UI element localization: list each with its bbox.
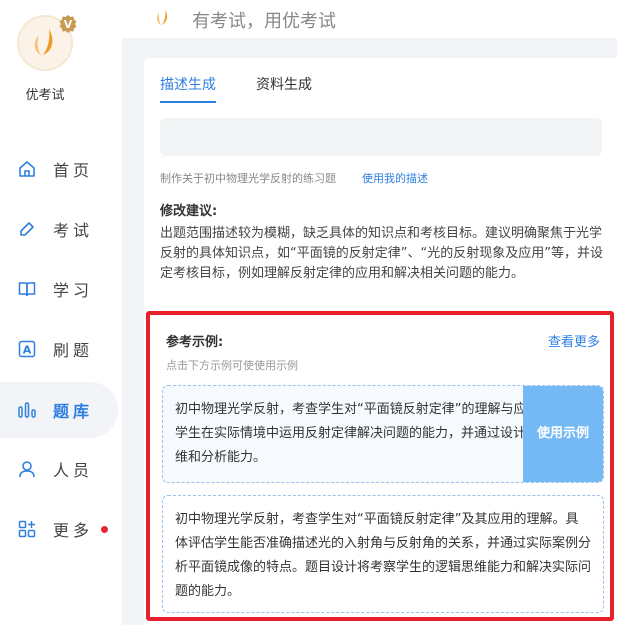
sidebar-item-label: 题库: [53, 402, 94, 421]
active-tab-indicator: [160, 101, 216, 103]
top-header: 有考试，用优考试: [122, 0, 617, 38]
suggestion-title: 修改建议:: [160, 204, 218, 219]
use-example-button[interactable]: 使用示例: [523, 386, 603, 482]
sidebar-item-label: 更多: [53, 521, 94, 540]
notification-dot: [101, 525, 108, 533]
sidebar-item-more[interactable]: 更多: [0, 501, 122, 557]
view-more-link[interactable]: 查看更多: [548, 331, 600, 350]
vip-badge-letter: V: [64, 18, 73, 31]
sidebar-item-label: 刷题: [53, 341, 94, 360]
pencil-icon: [20, 222, 34, 236]
sidebar-item-home[interactable]: 首页: [0, 141, 122, 197]
example-text: 初中物理光学反射，考查学生对“平面镜反射定律”及其应用的理解。具体评估学生能否准…: [175, 512, 592, 599]
person-icon: [19, 461, 35, 478]
svg-text:A: A: [23, 344, 32, 357]
header-logo-icon: [156, 10, 168, 25]
example-card[interactable]: 初中物理光学反射，考查学生对“平面镜反射定律”的理解与应用。评估学生在实际情境中…: [162, 385, 604, 483]
examples-highlight-frame: 参考示例: 查看更多 点击下方示例可使使用示例 初中物理光学反射，考查学生对“平…: [146, 311, 614, 621]
sidebar-item-label: 学习: [53, 281, 94, 300]
book-icon: [18, 282, 36, 297]
sidebar-item-label: 考试: [53, 221, 94, 240]
sidebar-item-learn[interactable]: 学习: [0, 261, 122, 317]
description-input[interactable]: [160, 118, 602, 156]
app-name: 优考试: [25, 88, 65, 103]
tab-material-generate[interactable]: 资料生成: [256, 74, 312, 94]
sidebar-item-people[interactable]: 人员: [0, 441, 122, 497]
sidebar-item-question-bank[interactable]: 题库: [0, 382, 118, 438]
suggestion-body: 出题范围描述较为模糊，缺乏具体的知识点和考核目标。建议明确聚焦于光学反射的具体知…: [160, 226, 603, 281]
app-slogan: 有考试，用优考试: [192, 11, 336, 32]
tab-description-generate[interactable]: 描述生成: [160, 74, 216, 94]
home-icon: [19, 161, 35, 177]
example-card[interactable]: 初中物理光学反射，考查学生对“平面镜反射定律”及其应用的理解。具体评估学生能否准…: [162, 495, 604, 613]
sidebar-item-practice[interactable]: A 刷题: [0, 321, 122, 377]
grid-plus-icon: [18, 520, 36, 538]
vip-badge-icon: V: [59, 15, 77, 33]
use-my-description-link[interactable]: 使用我的描述: [362, 170, 428, 186]
sidebar-item-label: 首页: [53, 161, 94, 180]
bar-chart-icon: [18, 402, 36, 418]
description-hint: 制作关于初中物理光学反射的练习题: [160, 172, 336, 185]
sidebar-item-exam[interactable]: 考试: [0, 201, 122, 257]
sidebar: V 优考试 首页 考试 学习 A 刷题 题库 人员 更多: [0, 0, 122, 625]
examples-title: 参考示例:: [166, 335, 224, 350]
letter-a-icon: A: [18, 340, 36, 358]
examples-hint: 点击下方示例可使使用示例: [166, 359, 298, 372]
sidebar-item-label: 人员: [53, 461, 94, 480]
